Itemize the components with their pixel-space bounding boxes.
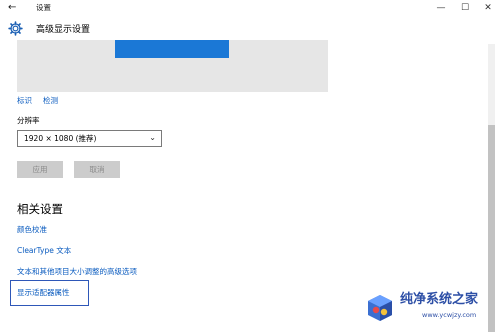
identify-link[interactable]: 标识	[17, 96, 32, 106]
monitor-1-tile[interactable]	[115, 40, 229, 58]
window-title: 设置	[36, 3, 51, 12]
apply-button[interactable]: 应用	[17, 161, 63, 178]
minimize-button[interactable]: —	[429, 0, 453, 16]
resolution-dropdown[interactable]: 1920 × 1080 (推荐) ⌄	[17, 130, 162, 147]
highlight-box	[10, 280, 89, 306]
chevron-down-icon: ⌄	[149, 133, 156, 142]
cancel-button[interactable]: 取消	[74, 161, 120, 178]
watermark-title: 纯净系统之家	[400, 292, 479, 307]
watermark-logo-icon	[368, 295, 392, 321]
cleartype-text-link[interactable]: ClearType 文本	[17, 246, 71, 256]
watermark-url: www.ycwjzy.com	[422, 311, 477, 319]
watermark: 纯净系统之家 www.ycwjzy.com	[360, 286, 500, 332]
back-arrow-icon[interactable]: ←	[8, 1, 16, 15]
page-title: 高级显示设置	[36, 25, 91, 35]
detect-link[interactable]: 检测	[43, 96, 58, 106]
maximize-button[interactable]: ☐	[453, 0, 477, 16]
gear-icon-svg	[8, 21, 23, 36]
resolution-label: 分辨率	[17, 116, 40, 125]
title-bar: ← 设置 — ☐ ✕	[0, 0, 500, 16]
color-calibration-link[interactable]: 颜色校准	[17, 225, 47, 235]
related-settings-heading: 相关设置	[17, 202, 63, 216]
advanced-sizing-link[interactable]: 文本和其他项目大小调整的高级选项	[17, 267, 137, 277]
gear-icon	[8, 21, 23, 40]
resolution-value: 1920 × 1080 (推荐)	[24, 134, 97, 143]
close-button[interactable]: ✕	[476, 0, 500, 16]
